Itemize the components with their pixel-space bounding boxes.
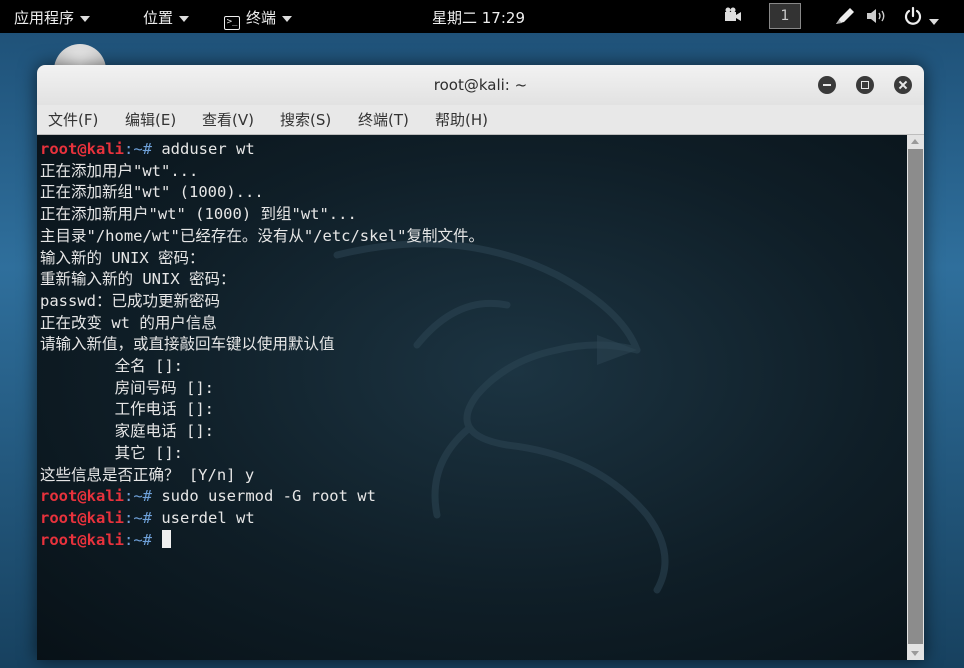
terminal-command-line: root@kali:~# userdel wt bbox=[40, 508, 484, 530]
line-text: 正在添加新组"wt" (1000)... bbox=[40, 183, 264, 202]
terminal-app-menu[interactable]: >_ 终端 bbox=[224, 7, 293, 30]
line-text: 房间号码 []: bbox=[40, 378, 214, 397]
menu-terminal[interactable]: 终端(T) bbox=[358, 109, 409, 130]
menu-file[interactable]: 文件(F) bbox=[48, 109, 98, 130]
prompt-user: root@kali bbox=[40, 140, 124, 158]
line-text: 这些信息是否正确？ [Y/n] y bbox=[40, 465, 255, 484]
menu-search[interactable]: 搜索(S) bbox=[280, 109, 331, 130]
prompt-path: :~# bbox=[124, 530, 162, 549]
menu-view[interactable]: 查看(V) bbox=[202, 109, 254, 130]
power-icon bbox=[904, 6, 922, 25]
terminal-lines: root@kali:~# adduser wt 正在添加用户"wt"... 正在添加… bbox=[40, 139, 484, 551]
prompt-user: root@kali bbox=[40, 508, 124, 527]
prompt-path: :~# bbox=[124, 487, 162, 506]
power-menu[interactable] bbox=[903, 6, 939, 30]
close-button[interactable] bbox=[894, 76, 912, 94]
applications-menu[interactable]: 应用程序 bbox=[14, 7, 91, 28]
chevron-down-icon bbox=[80, 15, 91, 22]
camera-icon[interactable] bbox=[722, 6, 742, 28]
terminal-command-line: root@kali:~# adduser wt bbox=[40, 139, 484, 161]
line-text: 输入新的 UNIX 密码： bbox=[40, 248, 205, 267]
terminal-output-line: 全名 []: bbox=[40, 356, 484, 378]
menu-bar: 文件(F) 编辑(E) 查看(V) 搜索(S) 终端(T) 帮助(H) bbox=[37, 105, 924, 135]
terminal-output-line: passwd：已成功更新密码 bbox=[40, 291, 484, 313]
vertical-scrollbar[interactable] bbox=[907, 135, 924, 660]
line-text: 请输入新值，或直接敲回车键以使用默认值 bbox=[40, 335, 335, 354]
menu-help[interactable]: 帮助(H) bbox=[435, 109, 488, 130]
menu-edit[interactable]: 编辑(E) bbox=[125, 109, 176, 130]
line-text: 家庭电话 []: bbox=[40, 422, 214, 441]
workspace-indicator[interactable]: 1 bbox=[769, 3, 801, 29]
volume-icon[interactable] bbox=[866, 7, 888, 29]
terminal-output-line: 正在添加新用户"wt" (1000) 到组"wt"... bbox=[40, 204, 484, 226]
line-text: 其它 []: bbox=[40, 443, 183, 462]
line-text: 全名 []: bbox=[40, 357, 183, 376]
scrollbar-thumb[interactable] bbox=[908, 149, 923, 644]
line-text: sudo usermod -G root wt bbox=[161, 487, 376, 506]
line-text: 正在添加用户"wt"... bbox=[40, 161, 199, 180]
places-label: 位置 bbox=[143, 9, 174, 27]
line-text: userdel wt bbox=[161, 508, 255, 527]
terminal-output-line: 其它 []: bbox=[40, 443, 484, 465]
line-text: 主目录"/home/wt"已经存在。没有从"/etc/skel"复制文件。 bbox=[40, 226, 484, 245]
line-text: 工作电话 []: bbox=[40, 400, 214, 419]
top-panel: 应用程序 位置 >_ 终端 星期二 17:29 1 bbox=[0, 0, 964, 33]
maximize-button[interactable] bbox=[856, 76, 874, 94]
applications-label: 应用程序 bbox=[14, 9, 75, 27]
terminal-output-line: 正在改变 wt 的用户信息 bbox=[40, 313, 484, 335]
prompt-path: :~# bbox=[124, 140, 162, 158]
terminal-output-line: 家庭电话 []: bbox=[40, 421, 484, 443]
line-text: 正在改变 wt 的用户信息 bbox=[40, 313, 217, 332]
terminal-output[interactable]: root@kali:~# adduser wt 正在添加用户"wt"... 正在添加… bbox=[37, 135, 907, 660]
line-text: 重新输入新的 UNIX 密码： bbox=[40, 270, 236, 289]
clock[interactable]: 星期二 17:29 bbox=[432, 7, 525, 28]
terminal-output-line: 房间号码 []: bbox=[40, 378, 484, 400]
scroll-up-icon[interactable] bbox=[911, 139, 919, 144]
terminal-window: root@kali: ~ 文件(F) 编辑(E) 查看(V) 搜索(S) 终端(… bbox=[37, 65, 924, 660]
terminal-output-line: 正在添加用户"wt"... bbox=[40, 161, 484, 183]
prompt-user: root@kali bbox=[40, 487, 124, 506]
prompt-user: root@kali bbox=[40, 530, 124, 549]
chevron-down-icon bbox=[282, 15, 293, 22]
terminal-output-line: 工作电话 []: bbox=[40, 399, 484, 421]
terminal-command-line: root@kali:~# sudo usermod -G root wt bbox=[40, 486, 484, 508]
terminal-output-line: 请输入新值，或直接敲回车键以使用默认值 bbox=[40, 334, 484, 356]
line-text: 正在添加新用户"wt" (1000) 到组"wt"... bbox=[40, 205, 357, 224]
terminal-command-line: root@kali:~# bbox=[40, 529, 484, 552]
terminal-output-line: 主目录"/home/wt"已经存在。没有从"/etc/skel"复制文件。 bbox=[40, 226, 484, 248]
terminal-output-line: 正在添加新组"wt" (1000)... bbox=[40, 182, 484, 204]
line-text: passwd：已成功更新密码 bbox=[40, 291, 220, 310]
prompt-path: :~# bbox=[124, 508, 162, 527]
terminal-icon: >_ bbox=[224, 16, 240, 30]
terminal-output-line: 重新输入新的 UNIX 密码： bbox=[40, 269, 484, 291]
window-title: root@kali: ~ bbox=[433, 76, 528, 94]
chevron-down-icon bbox=[929, 18, 939, 25]
chevron-down-icon bbox=[179, 15, 190, 22]
terminal-app-label: 终端 bbox=[246, 9, 277, 27]
minimize-button[interactable] bbox=[818, 76, 836, 94]
line-text: adduser wt bbox=[161, 140, 255, 158]
text-cursor bbox=[162, 529, 172, 548]
window-titlebar[interactable]: root@kali: ~ bbox=[37, 65, 924, 105]
terminal-output-line: 输入新的 UNIX 密码： bbox=[40, 248, 484, 270]
scroll-down-icon[interactable] bbox=[911, 651, 919, 656]
terminal-output-line: 这些信息是否正确？ [Y/n] y bbox=[40, 465, 484, 487]
places-menu[interactable]: 位置 bbox=[143, 7, 190, 28]
pen-icon[interactable] bbox=[834, 6, 856, 30]
